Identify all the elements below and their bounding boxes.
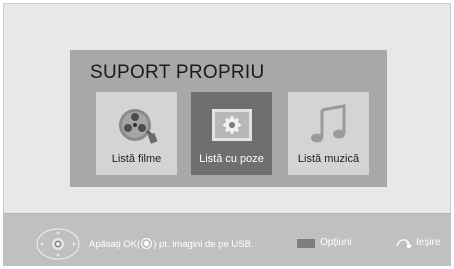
options-label[interactable]: Opţiuni (320, 237, 352, 248)
music-note-icon (310, 104, 345, 143)
tile-photo-list[interactable]: Listă cu poze (191, 92, 272, 175)
tile-movie-list[interactable]: Listă filme (96, 92, 177, 175)
photo-icon (211, 109, 252, 141)
page-title: SUPORT PROPRIU (90, 62, 265, 83)
options-color-key[interactable] (297, 239, 315, 248)
exit-label[interactable]: Ieşire (416, 237, 440, 248)
usb-hint-text: Apăsaţi OK() pt. imagini de pe USB. (89, 238, 254, 250)
tile-music-list[interactable]: Listă muzică (288, 92, 369, 175)
dpad-icon (36, 228, 80, 260)
tile-label: Listă cu poze (199, 153, 264, 165)
tile-label: Listă filme (111, 153, 162, 165)
ok-button-icon (141, 238, 153, 249)
tile-label: Listă muzică (297, 153, 360, 165)
film-reel-icon (118, 109, 157, 144)
exit-icon[interactable] (395, 237, 413, 249)
